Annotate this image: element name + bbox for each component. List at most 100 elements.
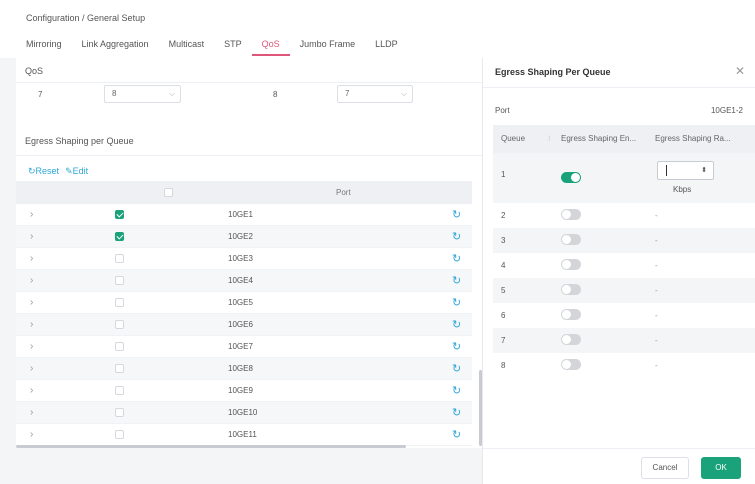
- table-row[interactable]: › 10GE4 ↻: [16, 270, 472, 292]
- port-name: 10GE1: [228, 210, 253, 219]
- row-checkbox[interactable]: [115, 386, 124, 395]
- qos-select-2[interactable]: 7 ⌵: [337, 85, 413, 103]
- row-checkbox[interactable]: [115, 210, 124, 219]
- edit-button[interactable]: ✎Edit: [65, 166, 88, 177]
- column-resize-icon[interactable]: ⁝: [548, 134, 551, 143]
- table-row[interactable]: › 10GE9 ↻: [16, 380, 472, 402]
- table-row[interactable]: › 10GE2 ↻: [16, 226, 472, 248]
- shaping-toggle[interactable]: [561, 309, 581, 320]
- queue-table: Queue ⁝ Egress Shaping En... Egress Shap…: [493, 125, 755, 378]
- reset-label: Reset: [35, 166, 60, 176]
- port-name: 10GE8: [228, 364, 253, 373]
- refresh-icon[interactable]: ↻: [452, 230, 461, 243]
- refresh-icon[interactable]: ↻: [452, 252, 461, 265]
- table-row[interactable]: › 10GE1 ↻: [16, 204, 472, 226]
- table-row[interactable]: › 10GE11 ↻: [16, 424, 472, 446]
- port-name: 10GE5: [228, 298, 253, 307]
- refresh-icon[interactable]: ↻: [452, 406, 461, 419]
- table-row[interactable]: › 10GE6 ↻: [16, 314, 472, 336]
- edit-label: Edit: [72, 166, 89, 176]
- tab-qos[interactable]: QoS: [251, 36, 290, 56]
- table-row[interactable]: › 10GE3 ↻: [16, 248, 472, 270]
- cancel-button[interactable]: Cancel: [641, 457, 689, 479]
- table-body: › 10GE1 ↻ › 10GE2 ↻ › 10GE3 ↻ › 10GE4 ↻ › 10GE5 ↻ › 10GE…: [16, 204, 472, 446]
- row-checkbox[interactable]: [115, 408, 124, 417]
- port-name: 10GE7: [228, 342, 253, 351]
- table-row[interactable]: › 10GE5 ↻: [16, 292, 472, 314]
- table-actions: ↻Reset ✎Edit: [28, 166, 88, 177]
- refresh-icon[interactable]: ↻: [452, 318, 461, 331]
- shaping-toggle[interactable]: [561, 259, 581, 270]
- spinner-icon[interactable]: ⬍: [701, 166, 707, 174]
- expand-icon[interactable]: ›: [30, 231, 33, 242]
- rate-unit: Kbps: [673, 185, 692, 194]
- row-checkbox[interactable]: [115, 320, 124, 329]
- close-icon[interactable]: ✕: [735, 64, 745, 78]
- shaping-toggle[interactable]: [561, 334, 581, 345]
- panel-title: Egress Shaping Per Queue: [495, 67, 611, 77]
- queue-table-header: Queue ⁝ Egress Shaping En... Egress Shap…: [493, 125, 755, 153]
- expand-icon[interactable]: ›: [30, 319, 33, 330]
- column-header-port: Port: [336, 188, 351, 197]
- text-caret: [666, 165, 667, 176]
- ok-button[interactable]: OK: [701, 457, 741, 479]
- port-name: 10GE9: [228, 386, 253, 395]
- expand-icon[interactable]: ›: [30, 385, 33, 396]
- port-name: 10GE11: [228, 430, 257, 439]
- tab-multicast[interactable]: Multicast: [159, 36, 215, 56]
- port-name: 10GE6: [228, 320, 253, 329]
- qos-row-value-2: 8: [273, 90, 278, 99]
- expand-icon[interactable]: ›: [30, 429, 33, 440]
- tab-lldp[interactable]: LLDP: [365, 36, 408, 56]
- tab-stp[interactable]: STP: [214, 36, 252, 56]
- expand-icon[interactable]: ›: [30, 341, 33, 352]
- rate-input[interactable]: ⬍: [657, 161, 714, 180]
- shaping-toggle[interactable]: [561, 172, 581, 183]
- refresh-icon[interactable]: ↻: [452, 428, 461, 441]
- refresh-icon[interactable]: ↻: [452, 362, 461, 375]
- refresh-icon[interactable]: ↻: [452, 274, 461, 287]
- table-row[interactable]: › 10GE7 ↻: [16, 336, 472, 358]
- refresh-icon[interactable]: ↻: [452, 296, 461, 309]
- qos-select-1[interactable]: 8 ⌵: [104, 85, 181, 103]
- tab-link-aggregation[interactable]: Link Aggregation: [72, 36, 159, 56]
- divider: [16, 82, 482, 83]
- expand-icon[interactable]: ›: [30, 407, 33, 418]
- row-checkbox[interactable]: [115, 254, 124, 263]
- rate-value: -: [655, 336, 658, 345]
- horizontal-scrollbar[interactable]: [16, 445, 406, 448]
- expand-icon[interactable]: ›: [30, 363, 33, 374]
- table-row[interactable]: › 10GE10 ↻: [16, 402, 472, 424]
- expand-icon[interactable]: ›: [30, 275, 33, 286]
- expand-icon[interactable]: ›: [30, 209, 33, 220]
- refresh-icon[interactable]: ↻: [452, 208, 461, 221]
- row-checkbox[interactable]: [115, 430, 124, 439]
- queue-number: 8: [501, 361, 506, 370]
- reset-button[interactable]: ↻Reset: [28, 166, 59, 177]
- row-checkbox[interactable]: [115, 342, 124, 351]
- port-name: 10GE4: [228, 276, 253, 285]
- refresh-icon[interactable]: ↻: [452, 340, 461, 353]
- top-bar: Configuration / General Setup Mirroring …: [0, 0, 755, 58]
- shaping-toggle[interactable]: [561, 209, 581, 220]
- queue-row: 7-: [493, 328, 755, 353]
- port-name: 10GE2: [228, 232, 253, 241]
- row-checkbox[interactable]: [115, 298, 124, 307]
- shaping-toggle[interactable]: [561, 284, 581, 295]
- tab-jumbo-frame[interactable]: Jumbo Frame: [290, 36, 366, 56]
- refresh-icon[interactable]: ↻: [452, 384, 461, 397]
- select-all-checkbox[interactable]: [164, 188, 173, 197]
- tab-mirroring[interactable]: Mirroring: [16, 36, 72, 56]
- expand-icon[interactable]: ›: [30, 253, 33, 264]
- expand-icon[interactable]: ›: [30, 297, 33, 308]
- row-checkbox[interactable]: [115, 232, 124, 241]
- column-header-queue: Queue: [501, 134, 526, 143]
- shaping-toggle[interactable]: [561, 234, 581, 245]
- table-row[interactable]: › 10GE8 ↻: [16, 358, 472, 380]
- row-checkbox[interactable]: [115, 276, 124, 285]
- queue-number: 6: [501, 311, 506, 320]
- column-header-enable: Egress Shaping En...: [561, 134, 637, 143]
- shaping-toggle[interactable]: [561, 359, 581, 370]
- qos-row-value: 7: [38, 90, 43, 99]
- row-checkbox[interactable]: [115, 364, 124, 373]
